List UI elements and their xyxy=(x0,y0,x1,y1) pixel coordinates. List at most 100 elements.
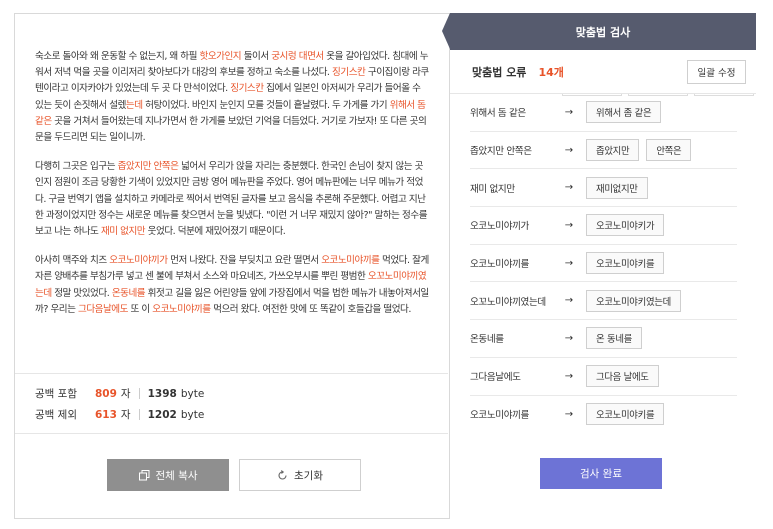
editor-text: 곳을 거쳐서 들어왔는데 지나가면서 한 가게를 보았던 기억을 더듬었다. 거… xyxy=(35,115,427,144)
divider xyxy=(138,409,140,420)
byte-unit: byte xyxy=(180,387,205,400)
editor-paragraph: 아사히 맥주와 치즈 오코노미야끼가 먼저 나왔다. 잔을 부딪치고 요란 떨면… xyxy=(35,253,430,318)
byte-unit: byte xyxy=(180,408,205,421)
spelling-error-highlight[interactable]: 징기스칸 xyxy=(332,67,366,78)
spelling-error-highlight[interactable]: 온동네를 xyxy=(112,288,146,299)
spelling-error-highlight[interactable]: 핫오가인지 xyxy=(200,51,242,62)
text-editor[interactable]: 숙소로 돌아와 왜 운동할 수 없는지, 왜 하필 핫오가인지 둘이서 궁시렁 … xyxy=(15,14,448,374)
correction-row: 온동네를 → 온 동네를 xyxy=(470,320,737,358)
original-word: 재미 없지만 xyxy=(470,183,515,195)
suggestion-button[interactable]: 재미없지만 xyxy=(586,176,648,199)
arrow-right-icon: → xyxy=(564,182,574,194)
correction-row: 위해서 돔 같은 → 위해서 좀 같은 xyxy=(470,94,737,132)
arrow-right-icon: → xyxy=(564,144,574,156)
suggestions: 재미없지만 xyxy=(586,176,648,199)
spelling-error-highlight[interactable]: 그다음날에도 xyxy=(78,304,128,315)
correction-row: 재미 없지만 → 재미없지만 xyxy=(470,169,737,208)
spell-checker-frame: 숙소로 돌아와 왜 운동할 수 없는지, 왜 하필 핫오가인지 둘이서 궁시렁 … xyxy=(14,13,757,519)
suggestion-button[interactable]: 위해서 좀 같은 xyxy=(586,101,662,124)
suggestions: 오코노미야키가 xyxy=(586,214,665,237)
arrow-right-icon: → xyxy=(564,370,574,382)
suggestion-button[interactable]: 그다음 날에도 xyxy=(586,365,659,388)
arrow-right-icon: → xyxy=(564,106,574,118)
suggestions: 오코노미야키를 xyxy=(586,403,665,426)
suggestion-button[interactable]: 좁았지만 xyxy=(586,139,640,162)
suggestion-button[interactable]: 오코노미야키를 xyxy=(586,403,665,426)
suggestions: 좁았지만 안쪽은 xyxy=(586,139,692,162)
arrow-right-icon: → xyxy=(564,408,574,420)
error-summary: 맞춤법 오류 14개 일괄 수정 xyxy=(450,50,756,94)
arrow-right-icon: → xyxy=(564,295,574,307)
finish-check-button[interactable]: 검사 완료 xyxy=(540,458,662,489)
suggestions: 위해서 좀 같은 xyxy=(586,101,662,124)
correction-row: 오코노미야끼를 → 오코노미야키를 xyxy=(470,245,737,283)
count-without-spaces-chars: 613 xyxy=(95,408,117,421)
suggestion-button[interactable]: 안쪽은 xyxy=(646,139,692,162)
refresh-icon xyxy=(278,469,287,480)
editor-text: 먼저 나왔다. 잔을 부딪치고 요란 떨면서 xyxy=(167,255,322,267)
suggestion-button[interactable]: 오코노미야키가 xyxy=(586,214,665,237)
count-with-spaces-chars: 809 xyxy=(95,387,117,400)
correction-row: 오코노미야끼를 → 오코노미야키를 xyxy=(470,396,737,434)
suggestions: 온 동네를 xyxy=(586,327,642,350)
editor-text: 아사히 맥주와 치즈 xyxy=(35,255,110,267)
count-with-spaces: 공백 포함 809 자 1398 byte xyxy=(35,383,448,404)
suggestion-button[interactable]: 오코노미야키였는데 xyxy=(586,289,681,312)
correction-row: 좁았지만 안쪽은 → 좁았지만 안쪽은 xyxy=(470,132,737,170)
editor-text: 정말 맛있었다. xyxy=(51,287,112,299)
reset-label: 초기화 xyxy=(294,469,323,482)
editor-text: 또 이 xyxy=(127,303,153,315)
scrolled-row-edge xyxy=(562,94,754,96)
spelling-error-highlight[interactable]: 는데 xyxy=(126,100,143,111)
char-unit: 자 xyxy=(120,409,131,421)
suggestions: 그다음 날에도 xyxy=(586,365,659,388)
editor-text: 허탕이었다. 바인지 눈인지 모를 것들이 흩날렸다. 두 가게를 가기 xyxy=(142,99,390,111)
panel-title: 맞춤법 검사 xyxy=(450,13,756,50)
copy-all-label: 전체 복사 xyxy=(155,469,198,482)
suggestions: 오코노미야키였는데 xyxy=(586,289,681,312)
spelling-error-highlight[interactable]: 재미 없지만 xyxy=(101,226,146,237)
count-without-spaces-label: 공백 제외 xyxy=(35,409,77,421)
original-word: 오코노미야끼를 xyxy=(470,410,529,422)
editor-text: 둘이서 xyxy=(241,51,272,62)
original-word: 오코노미야끼를 xyxy=(470,259,529,271)
fix-all-button[interactable]: 일괄 수정 xyxy=(687,59,746,84)
editor-text: 웃었다. 덕분에 재밌어졌기 때문이다. xyxy=(145,226,286,238)
spelling-error-highlight[interactable]: 오코노미야끼가 xyxy=(109,255,168,266)
editor-text: 숙소로 돌아와 왜 운동할 수 없는지, 왜 하필 xyxy=(35,51,200,62)
character-counts: 공백 포함 809 자 1398 byte 공백 제외 613 자 1202 b… xyxy=(15,373,448,434)
editor-text: 먹으러 왔다. 여전한 맛에 또 똑같이 호들갑을 떨었다. xyxy=(210,303,411,315)
count-without-spaces-bytes: 1202 xyxy=(147,408,177,421)
suggestion-button[interactable]: 오코노미야키를 xyxy=(586,252,665,275)
arrow-right-icon: → xyxy=(564,332,574,344)
correction-row: 그다음날에도 → 그다음 날에도 xyxy=(470,358,737,396)
arrow-right-icon: → xyxy=(564,219,574,231)
correction-row: 오꼬노미야끼였는데 → 오코노미야키였는데 xyxy=(470,282,737,321)
spelling-error-highlight[interactable]: 오코노미야끼를 xyxy=(321,255,380,266)
error-label: 맞춤법 오류 xyxy=(472,65,527,79)
spelling-error-highlight[interactable]: 좁았지만 안쪽은 xyxy=(118,161,179,172)
correction-row: 오코노미야끼가 → 오코노미야키가 xyxy=(470,207,737,245)
suggestion-button[interactable]: 온 동네를 xyxy=(586,327,642,350)
spell-check-panel: 맞춤법 검사 맞춤법 오류 14개 일괄 수정 위해서 돔 같은 → 위해서 좀 같… xyxy=(442,13,757,519)
original-word: 좁았지만 안쪽은 xyxy=(470,146,532,158)
editor-paragraph: 다행히 그곳은 입구는 좁았지만 안쪽은 넓어서 우리가 앉을 자리는 충분했다… xyxy=(35,159,430,240)
editor-paragraph: 숙소로 돌아와 왜 운동할 수 없는지, 왜 하필 핫오가인지 둘이서 궁시렁 … xyxy=(35,49,430,146)
error-count: 14개 xyxy=(538,65,564,79)
spelling-error-highlight[interactable]: 오코노미야끼를 xyxy=(152,304,211,315)
spelling-error-highlight[interactable]: 궁시렁 대면서 xyxy=(271,51,324,62)
original-word: 그다음날에도 xyxy=(470,372,521,384)
corrections-list[interactable]: 위해서 돔 같은 → 위해서 좀 같은좁았지만 안쪽은 → 좁았지만 안쪽은재미 없지만 →… xyxy=(450,94,757,446)
editor-text: 다행히 그곳은 입구는 xyxy=(35,161,118,173)
original-word: 오꼬노미야끼였는데 xyxy=(470,296,546,308)
copy-all-button[interactable]: 전체 복사 xyxy=(107,459,229,491)
spelling-error-highlight[interactable]: 징기스칸 xyxy=(230,83,264,94)
reset-button[interactable]: 초기화 xyxy=(239,459,361,491)
original-word: 위해서 돔 같은 xyxy=(470,108,526,120)
count-with-spaces-label: 공백 포함 xyxy=(35,388,77,400)
original-word: 온동네를 xyxy=(470,334,504,346)
original-word: 오코노미야끼가 xyxy=(470,221,529,233)
editor-actions: 전체 복사 초기화 xyxy=(107,459,361,491)
panel-tab-notch xyxy=(442,13,450,49)
count-without-spaces: 공백 제외 613 자 1202 byte xyxy=(35,404,448,425)
